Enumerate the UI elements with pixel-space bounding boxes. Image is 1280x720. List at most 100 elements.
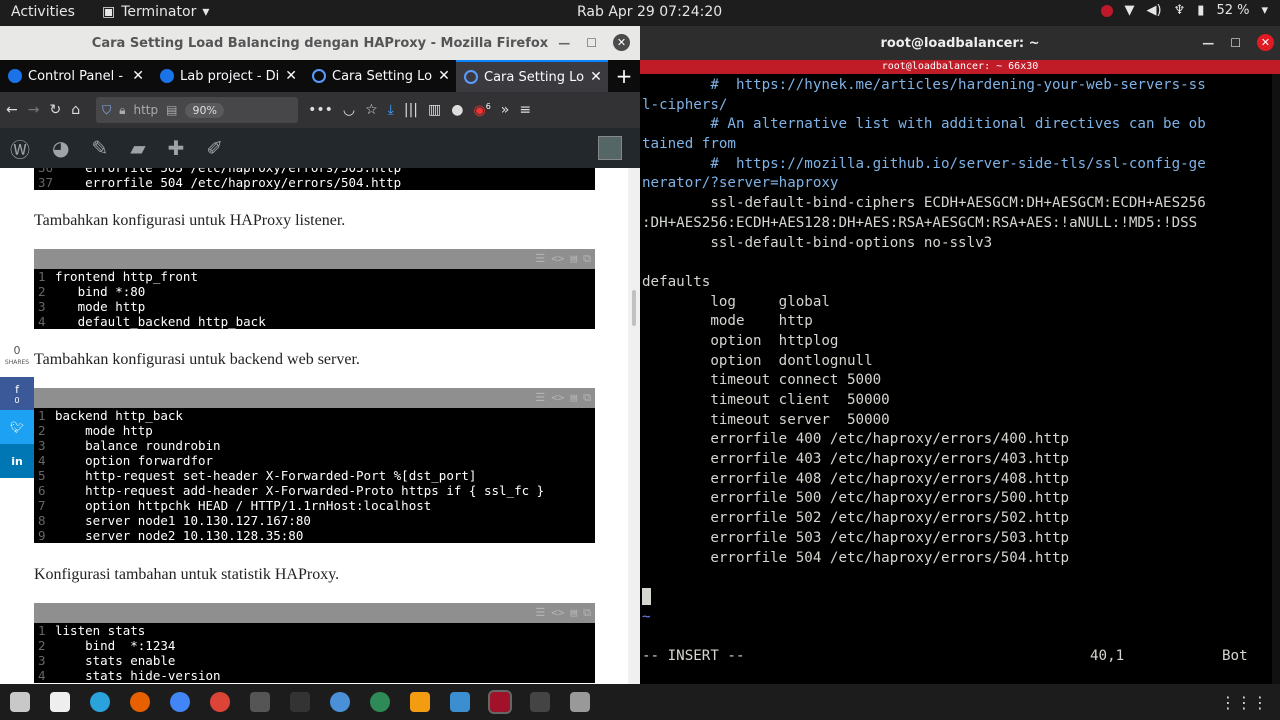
twitter-share-button[interactable]: 🐦︎ [0,410,34,444]
download-icon[interactable]: ⤓ [388,102,394,118]
palette-icon[interactable]: ◕ [52,136,69,160]
tab-cara-setting-1[interactable]: Cara Setting Lo ✕ [304,60,456,92]
bookmark-star-icon[interactable]: ☆ [365,102,378,118]
pocket-icon[interactable]: ◡ [343,102,355,118]
game-icon[interactable] [250,692,270,712]
scrollbar-thumb[interactable] [632,290,636,326]
terminal-line: timeout server 50000 [642,411,890,428]
brush-icon[interactable]: ✎ [91,136,108,160]
chrome-icon[interactable] [210,692,230,712]
terminal-titlebar: root@loadbalancer: ~ — ☐ ✕ [640,26,1280,60]
reload-icon[interactable]: ↻ [49,102,61,118]
vpn-icon[interactable] [370,692,390,712]
close-button[interactable]: ✕ [613,34,630,51]
close-button[interactable]: ✕ [1257,34,1274,51]
close-tab-icon[interactable]: ✕ [132,68,144,84]
home-icon[interactable]: ⌂ [71,102,80,118]
close-tab-icon[interactable]: ✕ [438,68,450,84]
minimize-button[interactable]: — [1202,36,1214,50]
minimize-button[interactable]: — [558,36,570,50]
terminator-icon[interactable] [488,690,512,714]
forward-icon[interactable]: → [28,102,40,118]
code-text: backend http_back [55,408,183,423]
menu-icon[interactable]: ≡ [519,102,531,118]
linkedin-share-button[interactable]: in [0,444,34,478]
facebook-share-button[interactable]: f 0 [0,377,34,411]
account-icon[interactable]: ● [451,102,463,118]
copy-icon[interactable]: ▤ [571,252,578,266]
comment-icon[interactable]: ▰ [130,136,145,160]
expand-icon[interactable]: ⧉ [583,391,591,405]
text-editor-icon[interactable] [50,692,70,712]
page-scrollbar[interactable] [628,168,640,684]
copy-icon[interactable]: ▤ [571,606,578,620]
edit-icon[interactable]: ✐ [206,136,223,160]
terminal-line: errorfile 502 /etc/haproxy/errors/502.ht… [642,510,1070,527]
terminal-line: :DH+AES256:ECDH+AES128:DH+AES:RSA+AESGCM… [642,214,1198,231]
overflow-chevron-icon[interactable]: » [501,102,510,118]
code-text: default_backend http_back [55,314,266,329]
chevron-down-icon: ▾ [1261,3,1268,18]
maximize-button[interactable]: ☐ [1230,36,1241,50]
wordpress-logo-icon[interactable]: Ⓦ [10,134,30,163]
sidebar-icon[interactable]: ▥ [428,102,441,118]
firefox-icon[interactable] [130,692,150,712]
image-editor-icon[interactable] [450,692,470,712]
activities-button[interactable]: Activities [11,4,75,20]
maximize-button[interactable]: ☐ [586,36,597,50]
page-content: 36 errorfile 503 /etc/haproxy/errors/503… [0,168,628,684]
terminal-scrollbar[interactable] [1272,74,1280,684]
toggle-view-icon[interactable]: ☰ [535,606,545,620]
reader-view-icon[interactable]: ▤ [166,103,177,117]
terminal-line: errorfile 504 /etc/haproxy/errors/504.ht… [642,549,1070,566]
toggle-view-icon[interactable]: ☰ [535,252,545,266]
telegram-icon[interactable] [90,692,110,712]
window-icon[interactable] [570,692,590,712]
eject-icon[interactable] [290,692,310,712]
page-actions-icon[interactable]: ••• [308,102,333,118]
view-source-icon[interactable]: <> [551,391,564,405]
ublock-icon[interactable]: ◉6 [473,102,490,119]
add-new-icon[interactable]: ✚ [168,136,185,160]
tab-cara-setting-2[interactable]: Cara Setting Lo ✕ [456,60,608,92]
zoom-level[interactable]: 90% [185,102,224,118]
sublime-text-icon[interactable] [410,692,430,712]
system-monitor-icon[interactable] [530,692,550,712]
record-icon[interactable] [1100,4,1113,17]
expand-icon[interactable]: ⧉ [583,252,591,266]
url-bar[interactable]: ⛉ 🔒︎ http ▤ 90% [96,97,299,123]
app-grid-icon[interactable]: ⋮⋮⋮ [1220,693,1268,712]
terminal-window: root@loadbalancer: ~ — ☐ ✕ root@loadbala… [640,26,1280,684]
clock[interactable]: Rab Apr 29 07:24:20 [577,4,722,20]
line-number: 5 [38,468,46,483]
code-block-backend: ☰ <> ▤ ⧉ 1 backend http_back 2 mode http 3 bal… [34,388,595,543]
window-title: Cara Setting Load Balancing dengan HAPro… [91,35,549,51]
line-number: 4 [38,453,46,468]
tab-lab-project[interactable]: Lab project - Di ✕ [152,60,304,92]
app-menu[interactable]: ▣ Terminator ▾ [102,4,209,20]
close-tab-icon[interactable]: ✕ [285,68,297,84]
view-source-icon[interactable]: <> [551,606,564,620]
new-tab-button[interactable]: + [608,60,640,92]
terminal-text[interactable]: # https://hynek.me/articles/hardening-yo… [642,76,1272,627]
back-icon[interactable]: ← [6,102,18,118]
files-icon[interactable] [10,692,30,712]
tab-control-panel[interactable]: Control Panel - ✕ [0,60,152,92]
app-name: Terminator [121,4,197,20]
copy-icon[interactable]: ▤ [571,391,578,405]
chromium-icon[interactable] [170,692,190,712]
line-number: 37 [38,175,54,190]
avatar[interactable] [598,136,622,160]
view-source-icon[interactable]: <> [551,252,564,266]
system-tray[interactable]: ▼ ◀) ♆ ▮ 52 % ▾ [1100,3,1268,18]
mouse-pointer-icon: ➤ [280,448,294,467]
toggle-view-icon[interactable]: ☰ [535,391,545,405]
close-tab-icon[interactable]: ✕ [590,69,602,85]
shield-icon[interactable]: ⛉ [102,103,111,118]
library-icon[interactable]: ||| [404,102,418,118]
skype-icon[interactable] [330,692,350,712]
code-text: http-request set-header X-Forwarded-Port… [55,468,477,483]
expand-icon[interactable]: ⧉ [583,606,591,620]
lock-icon[interactable]: 🔒︎ [119,103,125,118]
